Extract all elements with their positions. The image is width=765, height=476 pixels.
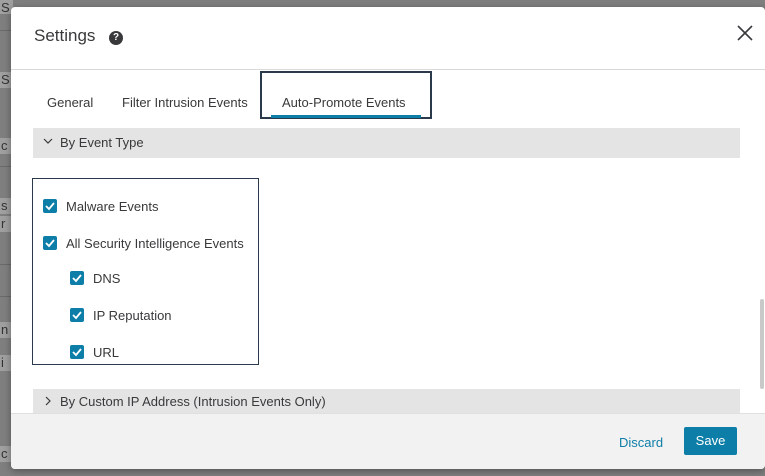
section-by-event-type[interactable]: By Event Type <box>33 128 740 158</box>
discard-button[interactable]: Discard <box>619 435 663 450</box>
save-button[interactable]: Save <box>684 427 737 455</box>
settings-tabs: General Filter Intrusion Events Auto-Pro… <box>33 69 733 125</box>
checkbox-checked-icon <box>70 308 84 322</box>
event-type-checkbox-group: Malware Events All Security Intelligence… <box>32 178 259 365</box>
section-label: By Event Type <box>60 135 144 150</box>
scrollbar-thumb[interactable] <box>760 299 764 389</box>
tab-filter-intrusion-events[interactable]: Filter Intrusion Events <box>122 95 248 110</box>
checkbox-checked-icon <box>43 236 57 250</box>
active-tab-indicator <box>271 115 421 118</box>
dialog-header: Settings ? <box>11 7 765 70</box>
chevron-right-icon <box>45 396 51 406</box>
checkbox-checked-icon <box>43 199 57 213</box>
section-label: By Custom IP Address (Intrusion Events O… <box>60 394 326 409</box>
tab-general[interactable]: General <box>47 95 93 110</box>
help-circle-icon[interactable]: ? <box>109 31 123 45</box>
dialog-title: Settings <box>34 26 96 45</box>
tab-auto-promote-events[interactable]: Auto-Promote Events <box>260 71 432 119</box>
checkbox-label: IP Reputation <box>93 308 172 323</box>
checkbox-label: DNS <box>93 271 121 286</box>
checkbox-checked-icon <box>70 345 84 359</box>
close-icon[interactable] <box>733 21 757 45</box>
section-by-custom-ip-address[interactable]: By Custom IP Address (Intrusion Events O… <box>33 389 740 413</box>
checkbox-checked-icon <box>70 271 84 285</box>
checkbox-label: Malware Events <box>66 199 159 214</box>
checkbox-label: All Security Intelligence Events <box>66 236 244 251</box>
dialog-footer: Discard Save <box>11 413 765 469</box>
tab-auto-promote-label: Auto-Promote Events <box>282 95 406 110</box>
settings-dialog: Settings ? General Filter Intrusion Even… <box>11 7 765 469</box>
checkbox-label: URL <box>93 345 120 360</box>
chevron-down-icon <box>43 138 53 144</box>
scrollbar[interactable] <box>759 69 765 413</box>
